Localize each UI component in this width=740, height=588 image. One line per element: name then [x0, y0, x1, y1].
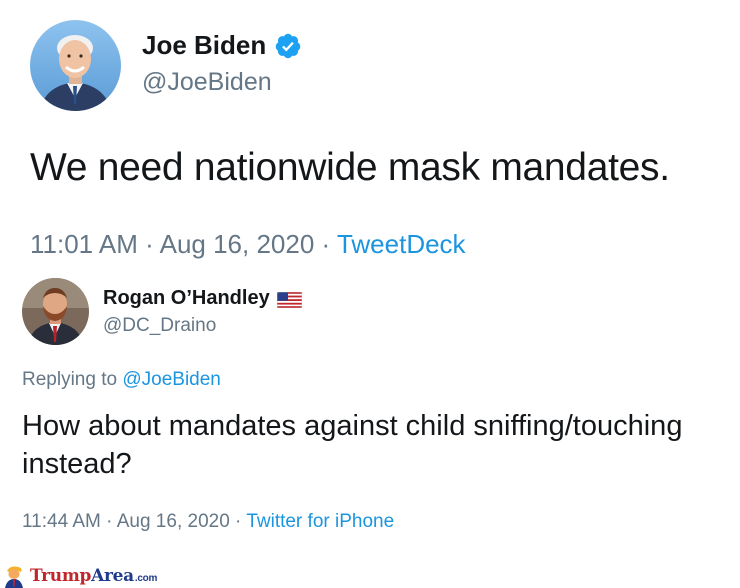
tweet-source-link[interactable]: TweetDeck	[337, 229, 466, 259]
original-tweet: Joe Biden @JoeBiden We need nationwide m…	[0, 0, 740, 266]
author-handle[interactable]: @DC_Draino	[103, 315, 216, 337]
verified-badge-icon	[274, 32, 302, 60]
author-name[interactable]: Joe Biden	[142, 30, 266, 61]
watermark-domain-suffix: .com	[134, 573, 158, 584]
tweet-date[interactable]: Aug 16, 2020	[117, 511, 230, 532]
avatar-photo	[30, 20, 121, 111]
meta-separator: ·	[229, 511, 247, 532]
trump-caricature-icon	[5, 566, 23, 588]
avatar[interactable]	[30, 20, 121, 111]
tweet-meta: 11:44 AM · Aug 16, 2020 · Twitter for iP…	[22, 511, 394, 533]
author-handle[interactable]: @JoeBiden	[142, 68, 272, 97]
replying-prefix: Replying to	[22, 369, 123, 390]
tweet-date[interactable]: Aug 16, 2020	[160, 229, 315, 259]
tweet-text: We need nationwide mask mandates.	[30, 146, 670, 189]
avatar[interactable]	[22, 278, 89, 345]
watermark-text: TrumpArea.com	[30, 566, 157, 586]
author-name[interactable]: Rogan O’Handley	[103, 287, 270, 310]
tweet-time[interactable]: 11:01 AM	[30, 229, 138, 259]
meta-separator: ·	[314, 229, 337, 259]
watermark-brand-area: Area	[91, 566, 134, 586]
tweet-source-link[interactable]: Twitter for iPhone	[246, 511, 394, 532]
tweet-meta: 11:01 AM · Aug 16, 2020 · TweetDeck	[30, 229, 466, 260]
replying-to-mention-link[interactable]: @JoeBiden	[122, 369, 221, 390]
replying-to-line: Replying to @JoeBiden	[22, 369, 221, 391]
meta-separator: ·	[137, 229, 160, 259]
tweet-text: How about mandates against child sniffin…	[22, 410, 683, 480]
watermark-brand-trump: Trump	[30, 566, 92, 586]
author-name-row[interactable]: Rogan O’Handley	[103, 287, 303, 310]
site-watermark: TrumpArea.com	[0, 564, 220, 588]
meta-separator: ·	[100, 511, 117, 532]
us-flag-icon	[276, 291, 303, 308]
author-name-row[interactable]: Joe Biden	[142, 30, 302, 61]
tweet-time[interactable]: 11:44 AM	[22, 511, 101, 532]
reply-tweet: Rogan O’Handley @DC_Draino Replying to @…	[0, 266, 740, 566]
avatar-photo	[22, 278, 89, 345]
